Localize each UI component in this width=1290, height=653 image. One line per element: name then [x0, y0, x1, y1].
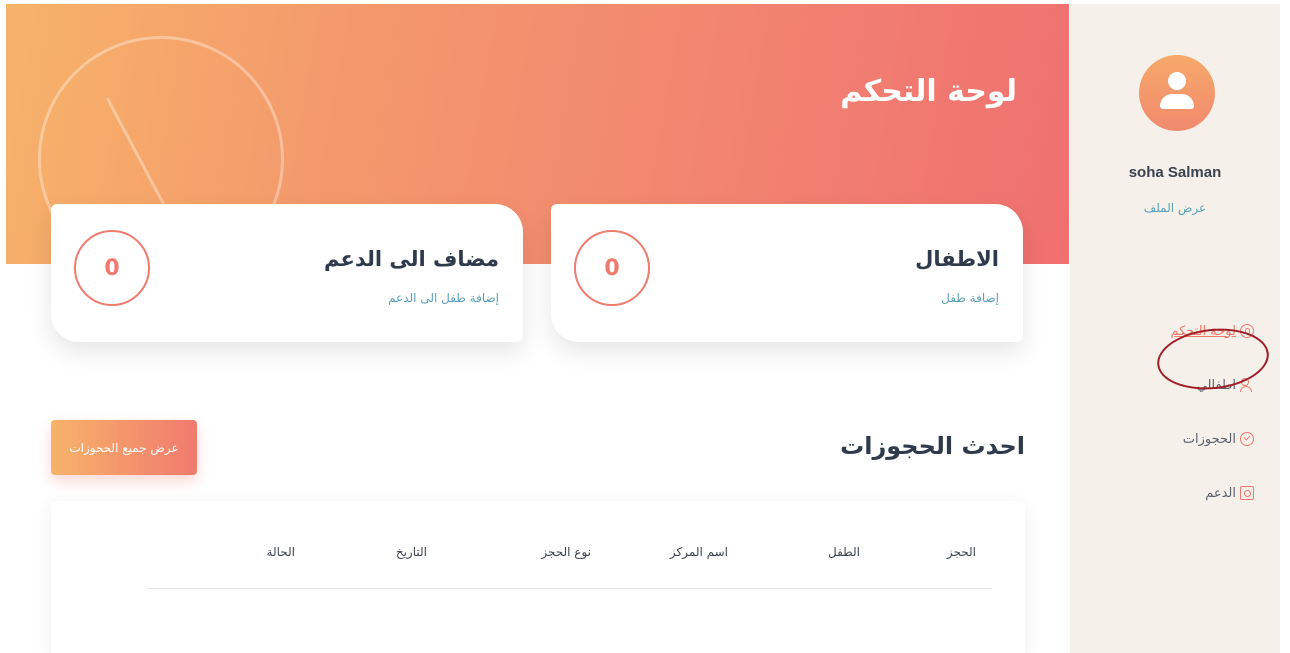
- sidebar-item-label: الدعم: [1205, 485, 1236, 501]
- column-header[interactable]: اسم المركز: [670, 545, 728, 559]
- sidebar: soha Salman عرض الملف لوحة التحكم اطفالي…: [1070, 4, 1280, 653]
- page-title: لوحة التحكم: [840, 74, 1017, 109]
- column-header[interactable]: الحالة: [267, 545, 295, 559]
- support-count: 0: [74, 230, 150, 306]
- support-icon: [1240, 486, 1254, 500]
- support-stat-card: مضاف الى الدعم إضافة طفل الى الدعم 0: [51, 204, 523, 342]
- children-stat-card: الاطفال إضافة طفل 0: [551, 204, 1023, 342]
- column-header[interactable]: التاريخ: [396, 545, 427, 559]
- sidebar-item-label: الحجوزات: [1182, 431, 1236, 447]
- card-title: الاطفال: [915, 247, 999, 271]
- add-child-link[interactable]: إضافة طفل: [941, 291, 999, 305]
- user-name: soha Salman: [1128, 164, 1222, 181]
- avatar[interactable]: [1139, 55, 1215, 131]
- column-header[interactable]: الطفل: [828, 545, 860, 559]
- latest-bookings-title: احدث الحجوزات: [840, 432, 1025, 460]
- user-icon-body: [1160, 94, 1194, 109]
- sidebar-item-bookings[interactable]: الحجوزات: [1170, 412, 1254, 466]
- view-profile-link[interactable]: عرض الملف: [1070, 201, 1280, 215]
- card-title: مضاف الى الدعم: [324, 247, 499, 271]
- view-all-bookings-button[interactable]: عرض جميع الحجوزات: [51, 420, 197, 475]
- children-count: 0: [574, 230, 650, 306]
- column-header[interactable]: الحجز: [947, 545, 976, 559]
- check-circle-icon: [1240, 432, 1254, 446]
- column-header[interactable]: نوع الحجز: [541, 545, 591, 559]
- sidebar-item-support[interactable]: الدعم: [1170, 466, 1254, 520]
- bookings-table: الحجز الطفل اسم المركز نوع الحجز التاريخ…: [51, 501, 1025, 653]
- user-icon: [1168, 72, 1186, 90]
- add-child-to-support-link[interactable]: إضافة طفل الى الدعم: [388, 291, 499, 305]
- table-header: الحجز الطفل اسم المركز نوع الحجز التاريخ…: [147, 541, 992, 589]
